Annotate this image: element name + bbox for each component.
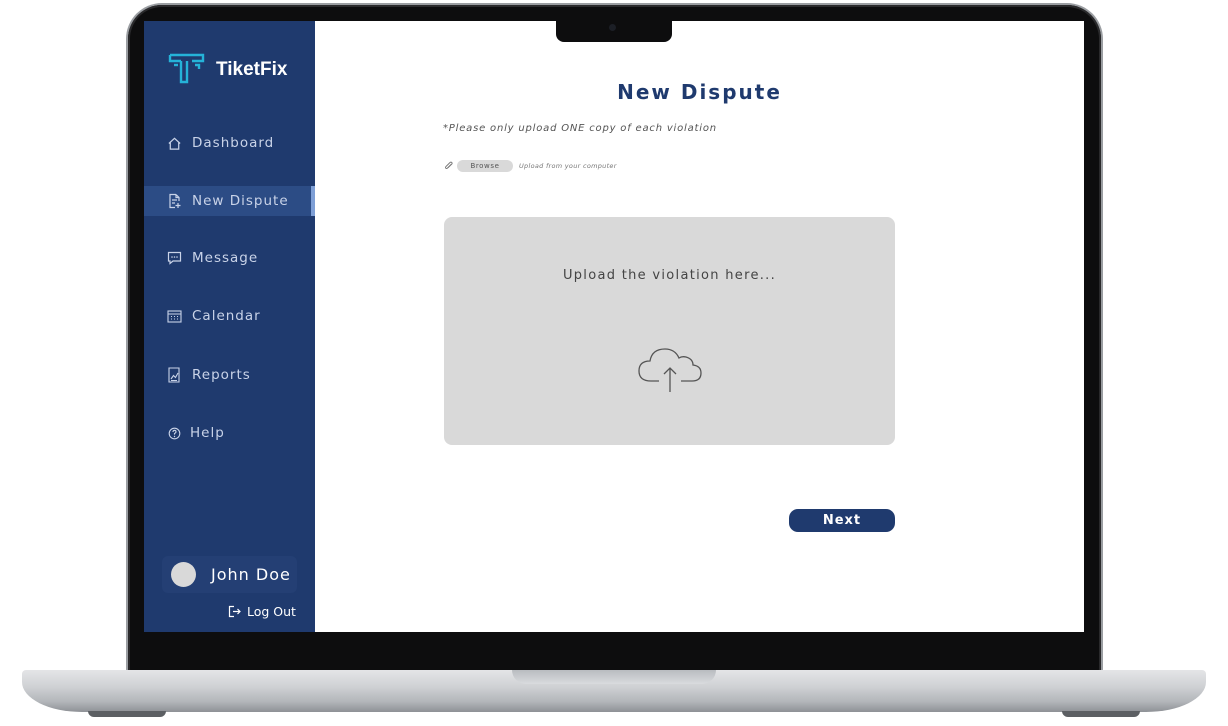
home-icon: [166, 135, 182, 151]
upload-note: *Please only upload ONE copy of each vio…: [443, 123, 717, 134]
sidebar: TiketFix Dashboard New Dispute Message C: [144, 21, 315, 632]
sidebar-item-label: Reports: [192, 367, 251, 383]
next-button[interactable]: Next: [789, 509, 895, 532]
paperclip-icon: [444, 156, 454, 175]
logout-button[interactable]: Log Out: [228, 604, 296, 619]
laptop-foot-right: [1062, 711, 1140, 717]
sidebar-item-help[interactable]: Help: [144, 418, 315, 448]
logo-icon: [168, 52, 205, 88]
file-add-icon: [166, 193, 182, 209]
cloud-upload-icon: [637, 341, 703, 397]
sidebar-item-label: New Dispute: [192, 193, 289, 209]
page-title: New Dispute: [617, 80, 782, 104]
browse-button[interactable]: Browse: [457, 159, 513, 172]
sidebar-item-reports[interactable]: Reports: [144, 360, 315, 390]
browse-hint: Upload from your computer: [519, 161, 617, 170]
sidebar-item-label: Calendar: [192, 308, 261, 324]
sidebar-item-label: Message: [192, 250, 259, 266]
sidebar-item-message[interactable]: Message: [144, 243, 315, 273]
screen: TiketFix Dashboard New Dispute Message C: [144, 21, 1084, 632]
sidebar-item-calendar[interactable]: Calendar: [144, 301, 315, 331]
dropzone-text: Upload the violation here...: [562, 268, 777, 283]
logout-label: Log Out: [247, 604, 296, 619]
report-icon: [166, 367, 182, 383]
app-name: TiketFix: [216, 59, 288, 80]
sidebar-item-dashboard[interactable]: Dashboard: [144, 128, 315, 158]
sidebar-item-label: Dashboard: [192, 135, 275, 151]
laptop-base-notch: [512, 670, 716, 684]
chat-icon: [166, 250, 182, 266]
calendar-icon: [166, 308, 182, 324]
sidebar-item-new-dispute[interactable]: New Dispute: [144, 186, 315, 216]
user-name: John Doe: [211, 565, 291, 584]
app-logo[interactable]: TiketFix: [168, 52, 287, 88]
user-profile[interactable]: John Doe: [162, 556, 297, 593]
browse-row: Browse Upload from your computer: [444, 156, 617, 175]
upload-dropzone[interactable]: Upload the violation here...: [444, 217, 895, 445]
camera-notch: [556, 21, 672, 42]
sidebar-item-label: Help: [190, 425, 225, 441]
camera-icon: [609, 24, 616, 31]
laptop-foot-left: [88, 711, 166, 717]
avatar: [171, 562, 196, 587]
logout-icon: [228, 605, 241, 618]
help-icon: [166, 425, 182, 441]
